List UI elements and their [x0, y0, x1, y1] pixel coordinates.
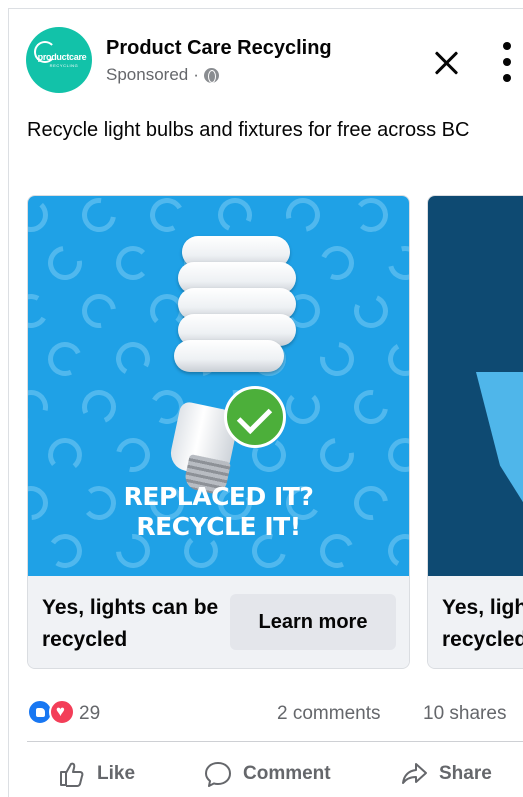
love-icon[interactable]	[49, 699, 75, 725]
carousel[interactable]: REPLACED IT? RECYCLE IT! Yes, lights can…	[27, 195, 523, 669]
comments-count[interactable]: 2 comments	[277, 703, 380, 725]
card-title[interactable]: Yes, lights can be recycled	[442, 592, 523, 656]
recycle-symbol-icon	[213, 196, 257, 237]
card-image[interactable]	[428, 196, 523, 576]
page-avatar[interactable]: productcare RECYCLING	[26, 27, 92, 93]
avatar-logo-sub: RECYCLING	[49, 63, 79, 68]
headline-line-1: REPLACED IT?	[123, 482, 314, 511]
recycle-symbol-icon	[145, 196, 189, 237]
recycle-symbol-icon	[347, 383, 395, 431]
hide-post-button[interactable]	[433, 49, 461, 77]
recycle-symbol-icon	[43, 337, 87, 381]
comment-label: Comment	[243, 763, 331, 784]
headline-line-2: RECYCLE IT!	[136, 512, 301, 541]
dot-icon	[503, 58, 511, 66]
recycle-symbol-icon	[41, 239, 89, 287]
dot-icon	[503, 42, 511, 50]
recycle-symbol-icon	[28, 198, 48, 232]
learn-more-button[interactable]: Learn more	[230, 594, 396, 650]
carousel-card[interactable]: REPLACED IT? RECYCLE IT! Yes, lights can…	[27, 195, 410, 669]
avatar-logo-text: productcare	[37, 52, 87, 62]
recycle-symbol-icon	[77, 385, 121, 429]
action-bar: Like Comment Share	[27, 749, 523, 797]
card-headline: REPLACED IT? RECYCLE IT!	[28, 482, 409, 542]
recycle-symbol-icon	[75, 287, 123, 335]
divider	[27, 741, 523, 742]
recycle-symbol-icon	[75, 196, 123, 239]
post-text: Recycle light bulbs and fixtures for fre…	[27, 119, 470, 141]
comment-icon	[205, 762, 231, 787]
post-header: productcare RECYCLING Product Care Recyc…	[9, 9, 523, 109]
recycle-symbol-icon	[388, 438, 409, 472]
globe-icon	[203, 67, 219, 83]
shield-graphic	[476, 372, 523, 542]
share-label: Share	[439, 763, 492, 784]
recycle-symbol-icon	[279, 196, 327, 239]
recycle-symbol-icon	[313, 431, 361, 479]
card-title[interactable]: Yes, lights can be recycled	[42, 592, 222, 656]
engagement-stats: 29 2 comments 10 shares	[27, 699, 523, 729]
comment-button[interactable]: Comment	[203, 757, 331, 791]
separator-dot: ·	[193, 65, 199, 84]
like-button[interactable]: Like	[57, 757, 135, 791]
sponsored-label[interactable]: Sponsored	[106, 65, 188, 85]
share-button[interactable]: Share	[399, 757, 492, 791]
page-name-link[interactable]: Product Care Recycling	[106, 37, 332, 60]
more-options-button[interactable]	[500, 42, 514, 82]
recycle-symbol-icon	[352, 196, 390, 234]
like-label: Like	[97, 763, 136, 784]
ad-post: productcare RECYCLING Product Care Recyc…	[8, 8, 523, 797]
card-image[interactable]: REPLACED IT? RECYCLE IT!	[28, 196, 409, 576]
bulb-coil	[174, 340, 284, 372]
card-footer: Yes, lights can be recycled Learn more	[28, 576, 409, 668]
recycle-symbol-icon	[116, 246, 150, 280]
recycle-symbol-icon	[313, 335, 361, 383]
recycle-symbol-icon	[381, 239, 409, 287]
thumbs-up-icon	[60, 762, 84, 787]
recycle-symbol-icon	[349, 289, 393, 333]
dot-icon	[503, 74, 511, 82]
card-footer: Yes, lights can be recycled	[428, 576, 523, 668]
reaction-count[interactable]: 29	[79, 703, 100, 725]
recycle-symbol-icon	[315, 241, 359, 285]
checkmark-icon	[224, 386, 286, 448]
recycle-symbol-icon	[383, 337, 409, 381]
carousel-card[interactable]: Yes, lights can be recycled	[427, 195, 523, 669]
share-arrow-icon	[402, 763, 427, 784]
recycle-symbol-icon	[28, 383, 55, 431]
shares-count[interactable]: 10 shares	[423, 703, 506, 725]
sponsored-line: Sponsored ·	[106, 65, 219, 85]
recycle-symbol-icon	[28, 289, 53, 333]
recycle-symbol-icon	[46, 436, 84, 474]
